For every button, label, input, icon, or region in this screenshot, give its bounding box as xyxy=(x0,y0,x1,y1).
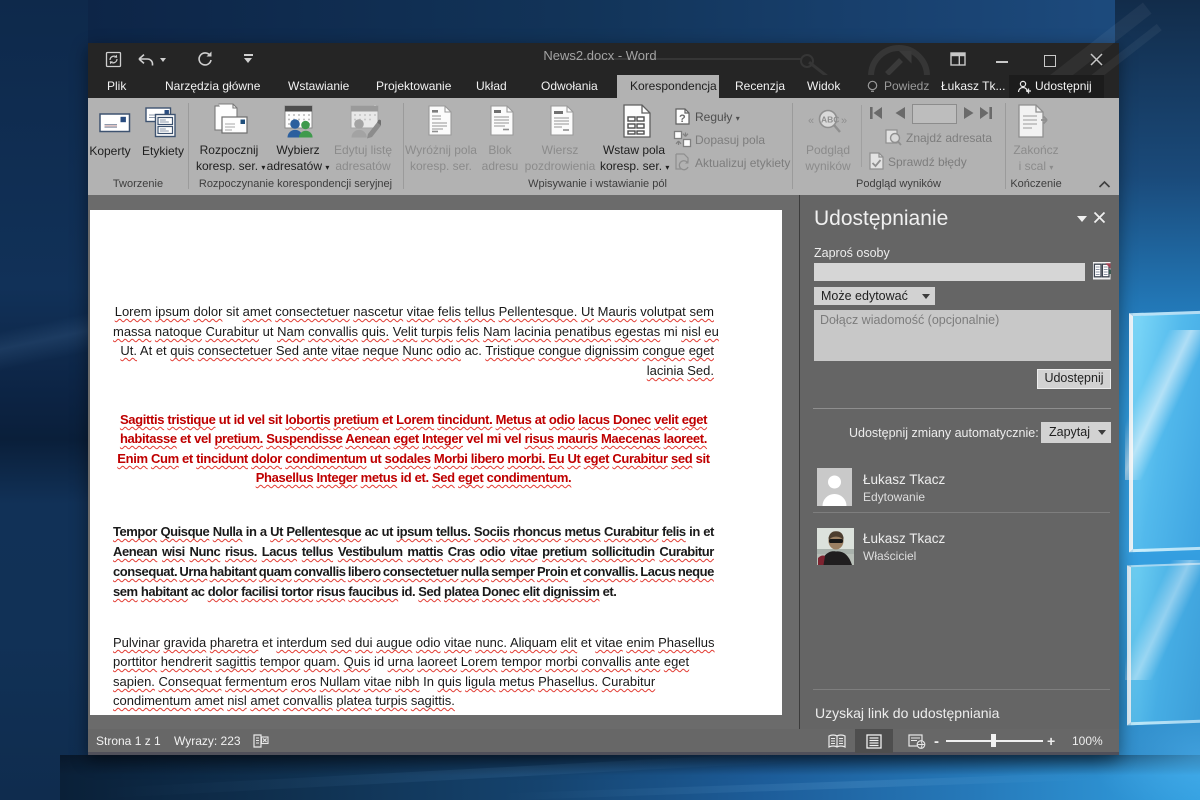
svg-text:ABC: ABC xyxy=(821,115,839,125)
svg-text:«: « xyxy=(808,115,814,127)
svg-text:»: » xyxy=(841,115,847,127)
svg-text:?: ? xyxy=(679,113,686,125)
